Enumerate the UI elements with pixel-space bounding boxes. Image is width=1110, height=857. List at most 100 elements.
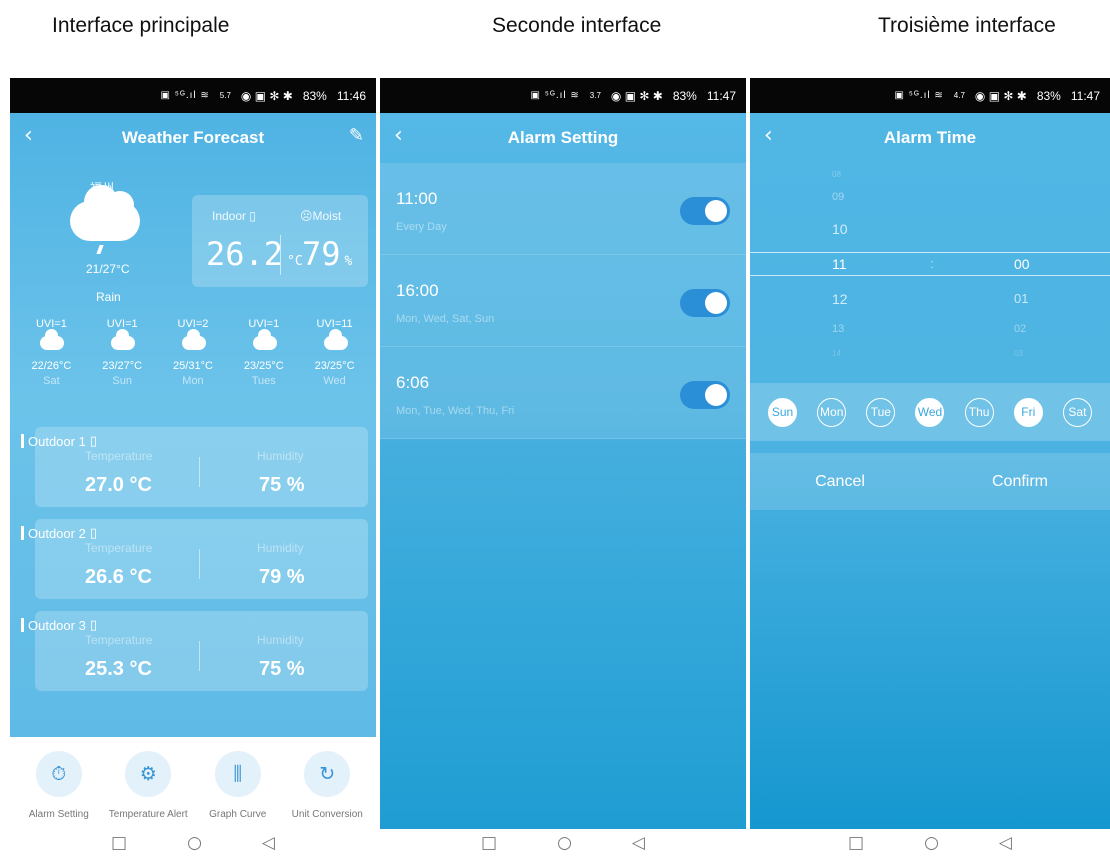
temperature-label: Temperature	[85, 633, 153, 647]
network-speed: 3.7	[589, 91, 601, 100]
home-icon[interactable]: ○	[557, 833, 572, 853]
status-icons: ◉ ▣ ✻ ✱	[610, 88, 663, 103]
alarm-toggle[interactable]	[680, 289, 730, 317]
status-icons: ◉ ▣ ✻ ✱	[974, 88, 1027, 103]
edit-icon[interactable]: ✎	[349, 125, 364, 146]
page-title: Weather Forecast	[121, 128, 265, 147]
forecast-temp: 25/31°C	[173, 360, 213, 372]
outdoor-card-1[interactable]: Outdoor 1 ▯ Temperature Humidity 27.0 °C …	[21, 427, 368, 507]
alarm-item[interactable]: 6:06 Mon, Tue, Wed, Thu, Fri	[380, 347, 746, 439]
back-nav-icon[interactable]: ◁	[262, 833, 275, 853]
signal-icon: ▣ ⁵ᴳ.ıl ≋	[530, 90, 580, 101]
hour-option[interactable]: 10	[832, 221, 848, 237]
humidity-label: Humidity	[257, 449, 304, 463]
light-rain-cloud-icon	[303, 329, 367, 360]
cancel-button[interactable]: Cancel	[750, 453, 930, 510]
network-speed: 5.7	[219, 91, 231, 100]
alarm-toggle[interactable]	[680, 197, 730, 225]
hour-option[interactable]: 09	[832, 191, 844, 203]
temperature-alert-button[interactable]: ⚙ Temperature Alert	[104, 737, 194, 829]
minute-option[interactable]: 03	[1014, 349, 1023, 358]
confirm-button[interactable]: Confirm	[930, 453, 1110, 510]
outdoor-temp: 25.3 °C	[85, 658, 152, 680]
outdoor-card-2[interactable]: Outdoor 2 ▯ Temperature Humidity 26.6 °C …	[21, 519, 368, 599]
divider	[280, 235, 281, 275]
alarm-item[interactable]: 16:00 Mon, Wed, Sat, Sun	[380, 255, 746, 347]
alarm-setting-button[interactable]: ⏱ Alarm Setting	[14, 737, 104, 829]
page-title: Alarm Time	[883, 128, 977, 147]
cloud-icon	[161, 329, 225, 360]
alarm-time: 11:00	[396, 189, 438, 208]
system-nav-bar: □ ○ ◁	[380, 829, 746, 857]
phone-icon: ▯	[249, 209, 256, 223]
back-nav-icon[interactable]: ◁	[999, 833, 1012, 853]
nav-bar: ‹ Alarm Time	[750, 113, 1110, 163]
forecast-temp: 23/27°C	[102, 360, 143, 372]
weekday-thu[interactable]: Thu	[964, 397, 994, 427]
battery-icon: ▯	[89, 617, 97, 632]
alarm-days: Every Day	[396, 221, 447, 233]
temperature-label: Temperature	[85, 449, 153, 463]
rain-cloud-icon	[70, 185, 140, 241]
gear-icon: ⚙	[125, 751, 172, 797]
rain-cloud-icon	[232, 329, 296, 360]
weekday-sat[interactable]: Sat	[1062, 397, 1092, 427]
tool-label: Unit Conversion	[291, 809, 363, 820]
outdoor-temp: 26.6 °C	[85, 566, 152, 588]
signal-icon: ▣ ⁵ᴳ.ıl ≋	[160, 90, 210, 101]
forecast-weekday: Sat	[43, 375, 60, 387]
back-icon[interactable]: ‹	[764, 123, 773, 148]
battery-level: 83%	[302, 88, 327, 103]
graph-curve-button[interactable]: ⫼ Graph Curve	[193, 737, 283, 829]
forecast-row: UVI=1 22/26°C Sat UVI=1 23/27°C Sun UVI=…	[10, 318, 376, 387]
rain-cloud-icon	[19, 329, 83, 360]
outdoor-header: Outdoor 3 ▯	[21, 617, 97, 633]
unit-conversion-button[interactable]: ↻ Unit Conversion	[283, 737, 373, 829]
alarm-screen: ‹ Alarm Setting 11:00 Every Day 16:00 Mo…	[380, 113, 746, 829]
picker-selection-band	[750, 252, 1110, 276]
back-icon[interactable]: ‹	[394, 123, 403, 148]
home-icon[interactable]: ○	[187, 833, 202, 853]
minute-option[interactable]: 01	[1014, 291, 1028, 306]
status-bar: ▣ ⁵ᴳ.ıl ≋ 3.7 ◉ ▣ ✻ ✱ 83% 11:47	[380, 78, 746, 113]
humidity-label: Humidity	[257, 541, 304, 555]
recent-apps-icon[interactable]: □	[481, 833, 497, 853]
caption-third: Troisième interface	[878, 14, 1056, 37]
weekday-mon[interactable]: Mon	[817, 397, 847, 427]
battery-icon: ▯	[89, 525, 97, 540]
humidity-label: Humidity	[257, 633, 304, 647]
clock: 11:46	[336, 88, 366, 103]
clock: 11:47	[706, 88, 736, 103]
forecast-day: UVI=11 23/25°C Wed	[303, 318, 367, 387]
today-temp-range: 21/27°C	[86, 262, 130, 276]
hour-option[interactable]: 12	[832, 291, 848, 307]
alarm-toggle[interactable]	[680, 381, 730, 409]
indoor-label: Indoor ▯	[212, 209, 256, 223]
hour-option[interactable]: 08	[832, 170, 841, 179]
temperature-label: Temperature	[85, 541, 153, 555]
forecast-temp: 23/25°C	[243, 360, 284, 372]
system-nav-bar: □ ○ ◁	[10, 829, 376, 857]
weekday-wed[interactable]: Wed	[915, 397, 945, 427]
alarm-item[interactable]: 11:00 Every Day	[380, 163, 746, 255]
weekday-sun[interactable]: Sun	[768, 397, 798, 427]
light-rain-cloud-icon	[90, 329, 154, 360]
hour-option[interactable]: 13	[832, 323, 844, 335]
weather-screen: ‹ Weather Forecast ✎ 福州 21/27°C Rain Ind…	[10, 113, 376, 829]
forecast-weekday: Wed	[323, 375, 346, 387]
weekday-tue[interactable]: Tue	[866, 397, 896, 427]
hour-option[interactable]: 14	[832, 349, 841, 358]
caption-main: Interface principale	[52, 14, 230, 37]
clock: 11:47	[1070, 88, 1100, 103]
alarm-time-screen: ‹ Alarm Time 08 09 10 11 : 00 12 01 13 0…	[750, 113, 1110, 829]
recent-apps-icon[interactable]: □	[848, 833, 864, 853]
back-icon[interactable]: ‹	[24, 123, 33, 148]
outdoor-card-3[interactable]: Outdoor 3 ▯ Temperature Humidity 25.3 °C …	[21, 611, 368, 691]
back-nav-icon[interactable]: ◁	[632, 833, 645, 853]
outdoor-header: Outdoor 2 ▯	[21, 525, 97, 541]
recent-apps-icon[interactable]: □	[111, 833, 127, 853]
weekday-fri[interactable]: Fri	[1013, 397, 1043, 427]
forecast-day: UVI=1 22/26°C Sat	[19, 318, 83, 387]
minute-option[interactable]: 02	[1014, 323, 1026, 335]
home-icon[interactable]: ○	[924, 833, 939, 853]
